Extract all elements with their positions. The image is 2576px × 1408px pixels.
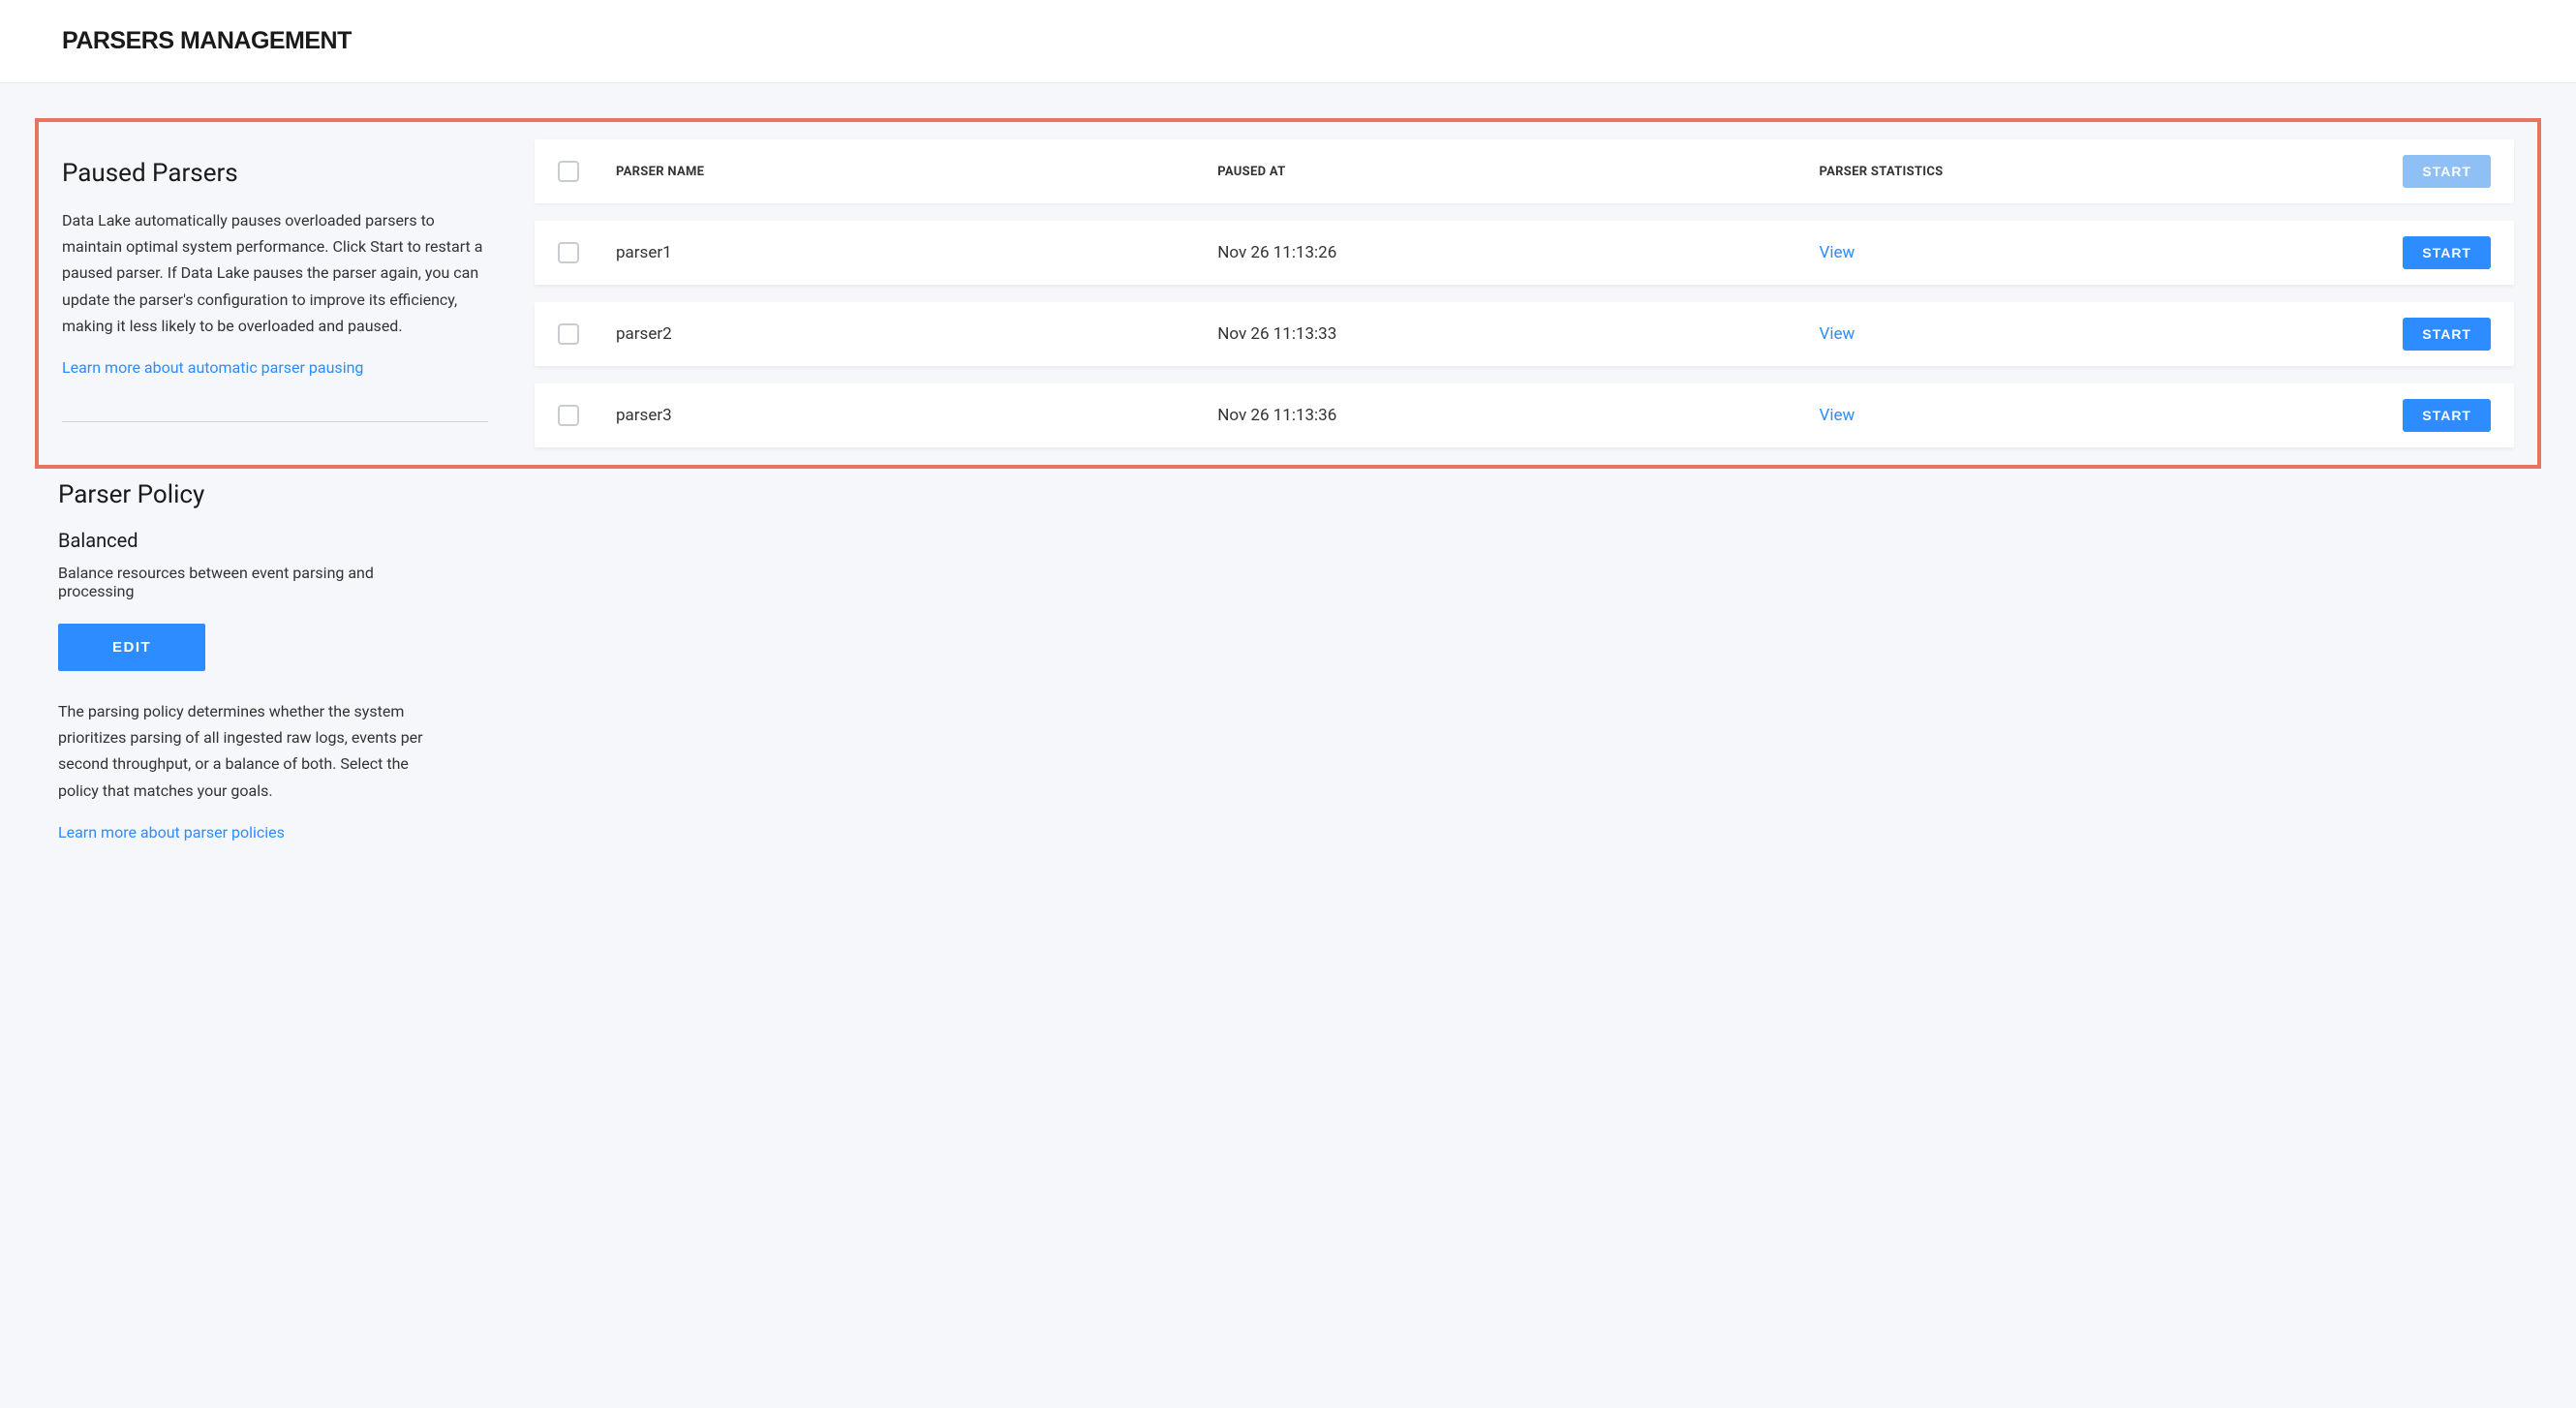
- row-checkbox[interactable]: [558, 242, 579, 263]
- view-stats-link[interactable]: View: [1820, 243, 2375, 262]
- view-stats-link[interactable]: View: [1820, 406, 2375, 425]
- paused-parsers-info-panel: Paused Parsers Data Lake automatically p…: [62, 139, 488, 465]
- paused-parsers-heading: Paused Parsers: [62, 159, 488, 188]
- col-parser-name: PARSER NAME: [616, 165, 1217, 179]
- policy-description: The parsing policy determines whether th…: [58, 698, 438, 804]
- paused-at-cell: Nov 26 11:13:36: [1217, 406, 1819, 425]
- learn-more-parser-pausing-link[interactable]: Learn more about automatic parser pausin…: [62, 358, 363, 377]
- start-parser-button[interactable]: START: [2403, 236, 2491, 269]
- table-row: parser3 Nov 26 11:13:36 View START: [535, 383, 2514, 447]
- parser-name-cell: parser3: [616, 406, 1217, 425]
- page-header: PARSERS MANAGEMENT: [0, 0, 2576, 83]
- row-checkbox[interactable]: [558, 405, 579, 426]
- paused-at-cell: Nov 26 11:13:33: [1217, 324, 1819, 344]
- table-row: parser2 Nov 26 11:13:33 View START: [535, 302, 2514, 366]
- col-paused-at: PAUSED AT: [1217, 165, 1819, 179]
- parser-policy-panel: Parser Policy Balanced Balance resources…: [35, 480, 461, 869]
- parser-name-cell: parser1: [616, 243, 1217, 262]
- table-row: parser1 Nov 26 11:13:26 View START: [535, 221, 2514, 285]
- page-title: PARSERS MANAGEMENT: [62, 27, 2514, 55]
- paused-parsers-description: Data Lake automatically pauses overloade…: [62, 207, 488, 339]
- view-stats-link[interactable]: View: [1820, 324, 2375, 344]
- parser-name-cell: parser2: [616, 324, 1217, 344]
- start-parser-button[interactable]: START: [2403, 399, 2491, 432]
- parser-policy-heading: Parser Policy: [58, 480, 438, 509]
- paused-at-cell: Nov 26 11:13:26: [1217, 243, 1819, 262]
- select-all-checkbox[interactable]: [558, 161, 579, 182]
- col-parser-statistics: PARSER STATISTICS: [1820, 165, 2375, 179]
- start-all-button[interactable]: START: [2403, 155, 2491, 188]
- main-content: Paused Parsers Data Lake automatically p…: [0, 83, 2576, 903]
- edit-policy-button[interactable]: EDIT: [58, 624, 205, 671]
- paused-parsers-table: PARSER NAME PAUSED AT PARSER STATISTICS …: [535, 139, 2514, 465]
- table-header-row: PARSER NAME PAUSED AT PARSER STATISTICS …: [535, 139, 2514, 203]
- policy-name: Balanced: [58, 529, 438, 552]
- start-parser-button[interactable]: START: [2403, 318, 2491, 351]
- learn-more-parser-policies-link[interactable]: Learn more about parser policies: [58, 823, 285, 842]
- policy-summary: Balance resources between event parsing …: [58, 564, 438, 600]
- row-checkbox[interactable]: [558, 323, 579, 345]
- paused-parsers-highlight-region: Paused Parsers Data Lake automatically p…: [35, 118, 2541, 469]
- section-divider: [62, 421, 488, 422]
